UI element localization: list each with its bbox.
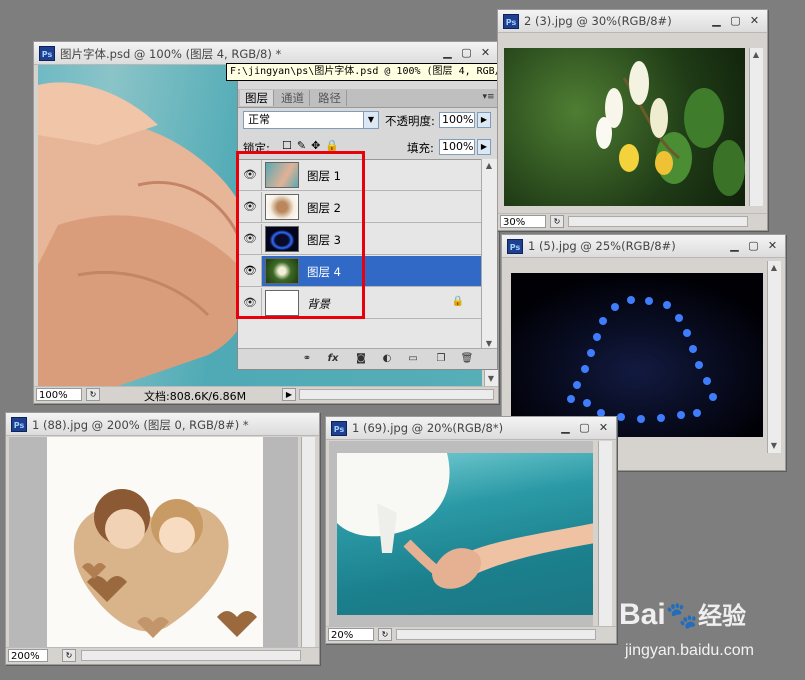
chevron-down-icon: ▼ <box>363 112 378 128</box>
navigator-icon[interactable]: ↻ <box>550 215 564 228</box>
panel-scrollbar[interactable]: ▲ ▼ <box>481 159 497 351</box>
status-bar: 100% ↻ 文档:808.6K/6.86M ▶ <box>34 386 498 403</box>
panel-footer: ⚭ fx ◙ ◐ ▭ ❐ 🗑 <box>238 348 497 369</box>
maximize-icon[interactable]: ▢ <box>729 14 742 27</box>
status-bar: 30% ↻ <box>498 213 767 230</box>
window-title: 图片字体.psd @ 100% (图层 4, RGB/8) * <box>60 47 282 61</box>
baidu-jingyan-watermark: Bai🐾经验 jingyan.baidu.com <box>615 592 800 672</box>
maximize-icon[interactable]: ▢ <box>460 46 473 59</box>
zoom-field[interactable]: 30% <box>500 215 546 228</box>
paw-icon: 🐾 <box>665 600 699 630</box>
title-bar[interactable]: Ps 2 (3).jpg @ 30%(RGB/8#) ▁ ▢ ✕ <box>498 10 767 33</box>
minimize-icon[interactable]: ▁ <box>710 14 723 27</box>
folder-icon[interactable]: ▭ <box>406 352 420 365</box>
photoshop-icon: Ps <box>503 14 519 29</box>
document-canvas[interactable] <box>504 48 745 206</box>
minimize-icon[interactable]: ▁ <box>441 46 454 59</box>
trash-icon[interactable]: 🗑 <box>460 352 474 365</box>
scroll-up-icon[interactable]: ▲ <box>750 49 762 61</box>
zoom-field[interactable]: 200% <box>8 649 48 662</box>
fx-icon[interactable]: fx <box>326 352 340 365</box>
title-bar[interactable]: Ps 图片字体.psd @ 100% (图层 4, RGB/8) * ▁ ▢ ✕ <box>34 42 498 65</box>
window-title: 1 (5).jpg @ 25%(RGB/8#) <box>528 239 676 253</box>
photoshop-icon: Ps <box>507 239 523 254</box>
status-menu-icon[interactable]: ▶ <box>282 388 296 401</box>
navigator-icon[interactable]: ↻ <box>86 388 100 401</box>
mask-icon[interactable]: ◙ <box>354 352 368 365</box>
vertical-scrollbar[interactable] <box>301 437 315 647</box>
tab-layers[interactable]: 图层 <box>240 90 274 106</box>
cartoon-image <box>47 437 263 647</box>
document-size: 文档:808.6K/6.86M <box>144 390 247 403</box>
window-title: 1 (69).jpg @ 20%(RGB/8*) <box>352 421 504 435</box>
status-bar: 200% ↻ <box>6 647 319 664</box>
fill-arrow-icon[interactable]: ▶ <box>477 139 491 155</box>
document-canvas[interactable] <box>9 437 298 647</box>
link-icon[interactable]: ⚭ <box>300 352 314 365</box>
scroll-up-icon[interactable]: ▲ <box>483 160 495 172</box>
fill-label: 填充: <box>407 141 434 155</box>
watermark-brand: Bai <box>619 598 666 631</box>
watermark-logo: Bai🐾经验 <box>619 596 746 632</box>
opacity-field[interactable]: 100% <box>439 112 475 128</box>
fill-field[interactable]: 100% <box>439 139 475 155</box>
photoshop-icon: Ps <box>11 417 27 432</box>
couple-image <box>337 453 593 615</box>
watermark-brand-cn: 经验 <box>698 603 747 630</box>
scroll-down-icon[interactable]: ▼ <box>485 373 497 385</box>
document-window-couple[interactable]: Ps 1 (69).jpg @ 20%(RGB/8*) ▁ ▢ ✕ 20% ↻ <box>325 416 617 644</box>
lock-icon: 🔒 <box>451 296 464 307</box>
watermark-url: jingyan.baidu.com <box>625 642 754 659</box>
title-bar[interactable]: Ps 1 (69).jpg @ 20%(RGB/8*) ▁ ▢ ✕ <box>326 417 616 440</box>
flower-image <box>596 61 745 196</box>
close-icon[interactable]: ✕ <box>748 14 761 27</box>
window-title: 2 (3).jpg @ 30%(RGB/8#) <box>524 14 672 28</box>
close-icon[interactable]: ✕ <box>479 46 492 59</box>
scroll-down-icon[interactable]: ▼ <box>768 440 780 452</box>
new-layer-icon[interactable]: ❐ <box>434 352 448 365</box>
vertical-scrollbar[interactable]: ▲ <box>749 48 763 206</box>
minimize-icon[interactable]: ▁ <box>728 239 741 252</box>
panel-tabs: 图层 通道 路径 ▾≡ <box>238 89 497 108</box>
status-bar: 20% ↻ <box>326 626 616 643</box>
blend-mode-select[interactable]: 正常 ▼ <box>243 111 379 129</box>
maximize-icon[interactable]: ▢ <box>578 421 591 434</box>
title-bar[interactable]: Ps 1 (5).jpg @ 25%(RGB/8#) ▁ ▢ ✕ <box>502 235 785 258</box>
close-icon[interactable]: ✕ <box>766 239 779 252</box>
vertical-scrollbar[interactable] <box>598 441 612 626</box>
document-canvas[interactable] <box>511 273 763 437</box>
file-path-tooltip: F:\jingyan\ps\图片字体.psd @ 100% (图层 4, RGB… <box>226 63 529 81</box>
opacity-label: 不透明度: <box>385 114 435 128</box>
zoom-field[interactable]: 20% <box>328 628 374 641</box>
document-window-cartoon[interactable]: Ps 1 (88).jpg @ 200% (图层 0, RGB/8#) * 20… <box>5 412 320 665</box>
horizontal-scrollbar[interactable] <box>396 629 596 640</box>
vertical-scrollbar[interactable]: ▲ ▼ <box>767 261 781 453</box>
document-window-flowers[interactable]: Ps 2 (3).jpg @ 30%(RGB/8#) ▁ ▢ ✕ ▲ 30% ↻ <box>497 9 768 231</box>
maximize-icon[interactable]: ▢ <box>747 239 760 252</box>
annotation-highlight-box <box>236 151 365 319</box>
minimize-icon[interactable]: ▁ <box>559 421 572 434</box>
blend-mode-value: 正常 <box>248 113 270 126</box>
zoom-field[interactable]: 100% <box>36 388 82 401</box>
photoshop-icon: Ps <box>39 46 55 61</box>
document-canvas[interactable] <box>329 441 593 626</box>
photoshop-icon: Ps <box>331 421 347 436</box>
title-bar[interactable]: Ps 1 (88).jpg @ 200% (图层 0, RGB/8#) * <box>6 413 319 436</box>
adjustment-icon[interactable]: ◐ <box>380 352 394 365</box>
navigator-icon[interactable]: ↻ <box>378 628 392 641</box>
close-icon[interactable]: ✕ <box>597 421 610 434</box>
window-title: 1 (88).jpg @ 200% (图层 0, RGB/8#) * <box>32 418 249 432</box>
horizontal-scrollbar[interactable] <box>299 389 494 400</box>
opacity-arrow-icon[interactable]: ▶ <box>477 112 491 128</box>
tab-channels[interactable]: 通道 <box>276 90 310 106</box>
tab-paths[interactable]: 路径 <box>313 90 347 106</box>
navigator-icon[interactable]: ↻ <box>62 649 76 662</box>
horizontal-scrollbar[interactable] <box>81 650 301 661</box>
lights-image <box>511 273 763 437</box>
horizontal-scrollbar[interactable] <box>568 216 748 227</box>
scroll-up-icon[interactable]: ▲ <box>768 262 780 274</box>
panel-menu-icon[interactable]: ▾≡ <box>482 91 495 104</box>
